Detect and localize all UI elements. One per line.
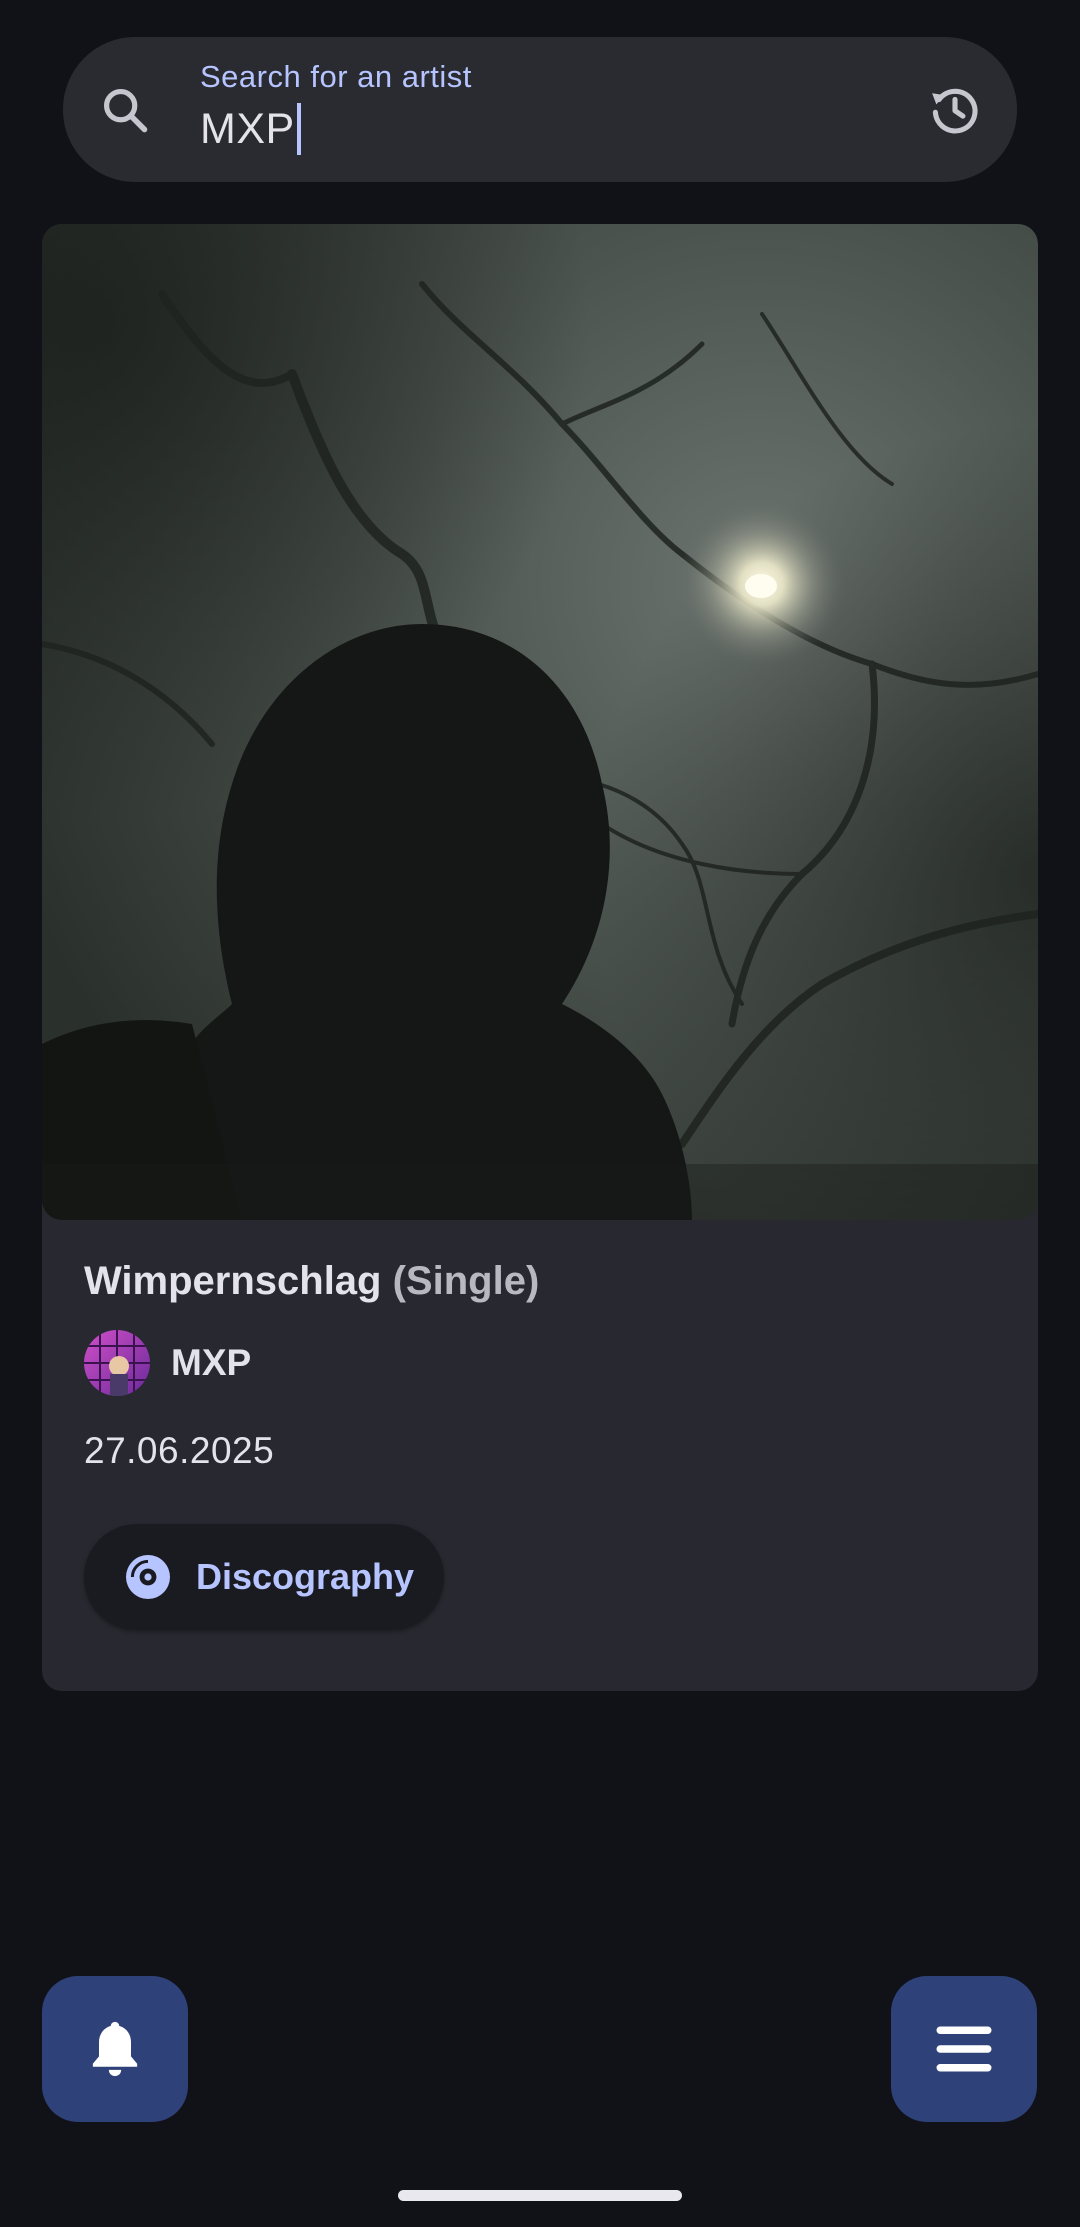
discography-button[interactable]: Discography xyxy=(84,1524,444,1630)
artist-name[interactable]: MXP xyxy=(171,1342,251,1384)
discography-label: Discography xyxy=(196,1556,415,1597)
release-type: (Single) xyxy=(392,1259,540,1303)
menu-button[interactable] xyxy=(891,1976,1037,2122)
release-title: Wimpernschlag xyxy=(84,1259,382,1303)
disc-icon xyxy=(126,1555,170,1599)
bell-icon xyxy=(92,2021,138,2077)
release-card[interactable]: Wimpernschlag (Single) MXP 27.06.2025 Di… xyxy=(42,224,1038,1691)
artist-avatar[interactable] xyxy=(84,1330,150,1396)
screen: Search for an artist MXP Wimpernschlag (… xyxy=(0,0,1080,2227)
release-date: 27.06.2025 xyxy=(84,1430,275,1471)
release-title-row: Wimpernschlag (Single) xyxy=(84,1256,996,1306)
search-label: Search for an artist xyxy=(200,59,472,94)
artist-row[interactable]: MXP xyxy=(84,1330,996,1396)
release-artwork[interactable] xyxy=(42,224,1038,1220)
search-bar[interactable]: Search for an artist MXP xyxy=(63,37,1017,182)
menu-icon xyxy=(936,2026,992,2072)
search-icon[interactable] xyxy=(99,84,151,136)
release-info: Wimpernschlag (Single) MXP 27.06.2025 Di… xyxy=(84,1256,996,1630)
home-indicator[interactable] xyxy=(398,2190,682,2201)
search-field[interactable]: Search for an artist MXP xyxy=(200,57,472,155)
history-icon[interactable] xyxy=(927,82,983,138)
notifications-button[interactable] xyxy=(42,1976,188,2122)
text-cursor xyxy=(296,103,301,155)
search-input[interactable]: MXP xyxy=(200,104,295,154)
